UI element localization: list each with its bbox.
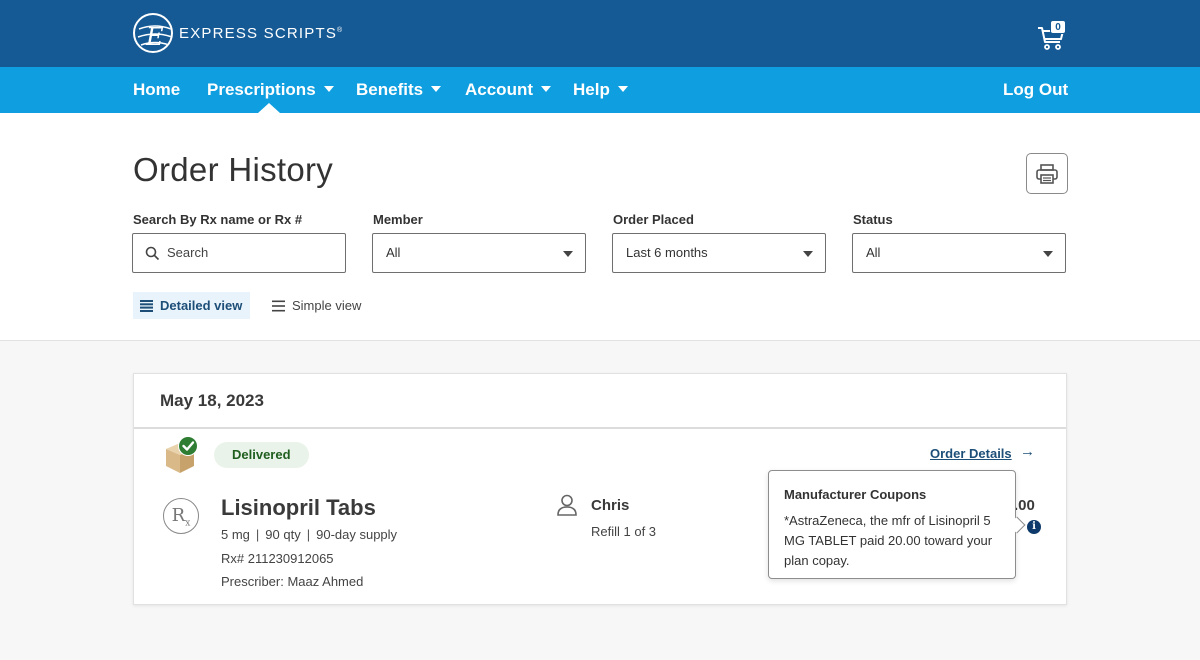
delivered-package-icon [166,436,198,473]
rx-number: Rx# 211230912065 [221,551,334,566]
drug-name: Lisinopril Tabs [221,495,376,520]
nav-help[interactable]: Help [573,67,628,113]
chevron-down-icon [563,251,573,257]
rx-subscript: x [185,518,191,529]
order-placed-select-value: Last 6 months [626,245,708,260]
active-nav-indicator [258,103,280,113]
nav-benefits[interactable]: Benefits [356,67,442,113]
search-input[interactable]: Search [132,233,346,273]
nav-account[interactable]: Account [465,67,551,113]
main-nav: Home Prescriptions Benefits Account Help… [0,67,1200,113]
rx-icon: Rx [163,498,199,534]
rx-symbol: R [171,505,186,526]
arrow-right-icon[interactable]: → [1020,443,1035,460]
chevron-down-icon [803,251,813,257]
chevron-down-icon [431,85,442,92]
logout-label: Log Out [1003,80,1069,99]
brand-name: EXPRESS SCRIPTS® [179,24,344,42]
nav-prescriptions-label: Prescriptions [207,80,316,99]
chevron-down-icon [1043,251,1053,257]
express-scripts-globe-icon: E [133,13,173,53]
separator: | [306,527,311,542]
simple-view-label: Simple view [292,298,362,313]
search-label: Search By Rx name or Rx # [133,212,303,227]
prescriber: Prescriber: Maaz Ahmed [221,574,364,589]
card-divider [134,427,1066,429]
status-select[interactable]: All [852,233,1066,273]
member-select[interactable]: All [372,233,586,273]
svg-text:E: E [145,23,164,51]
nav-home[interactable]: Home [133,67,180,113]
detailed-view-label: Detailed view [160,298,243,313]
chevron-down-icon [617,85,628,92]
refill-status: Refill 1 of 3 [591,524,657,539]
search-icon [145,246,160,261]
order-placed-select[interactable]: Last 6 months [612,233,826,273]
filter-panel: Order History Search By Rx name or Rx # … [0,113,1200,341]
simple-list-icon [272,300,285,312]
separator: | [255,527,260,542]
info-icon[interactable]: i [1027,520,1041,534]
search-placeholder: Search [167,245,209,260]
tooltip-body: *AstraZeneca, the mfr of Lisinopril 5 MG… [784,513,993,568]
nav-help-label: Help [573,80,610,99]
status-badge: Delivered [214,442,309,468]
simple-view-toggle[interactable]: Simple view [265,292,369,319]
drug-supply: 90-day supply [316,527,398,542]
nav-benefits-label: Benefits [356,80,424,99]
cart-button[interactable]: 0 [1036,18,1070,50]
member-select-value: All [386,245,401,260]
price-amount: .00 [1014,497,1035,514]
print-button[interactable] [1026,153,1068,194]
order-placed-label: Order Placed [613,212,694,227]
logout-link[interactable]: Log Out [1003,67,1068,113]
order-date: May 18, 2023 [160,391,264,410]
top-bar: E EXPRESS SCRIPTS® 0 [0,0,1200,67]
detailed-list-icon [140,299,153,312]
order-details-link[interactable]: Order Details [930,446,1012,461]
detailed-view-toggle[interactable]: Detailed view [133,292,251,319]
drug-strength: 5 mg [221,527,250,542]
printer-icon [1036,163,1058,184]
tooltip-title: Manufacturer Coupons [784,487,927,502]
express-scripts-logo[interactable]: E EXPRESS SCRIPTS® [133,13,343,53]
nav-account-label: Account [465,80,533,99]
status-select-value: All [866,245,881,260]
drug-qty: 90 qty [265,527,301,542]
status-label: Status [853,212,893,227]
chevron-down-icon [541,85,551,92]
cart-count-badge: 0 [1050,20,1066,34]
person-icon [557,494,577,516]
drug-detail: 5 mg | 90 qty | 90-day supply [221,527,397,542]
manufacturer-coupons-tooltip: Manufacturer Coupons *AstraZeneca, the m… [768,470,1016,579]
chevron-down-icon [323,85,334,92]
nav-home-label: Home [133,80,181,99]
page-title: Order History [133,151,334,188]
member-label: Member [373,212,423,227]
member-name: Chris [591,497,630,514]
